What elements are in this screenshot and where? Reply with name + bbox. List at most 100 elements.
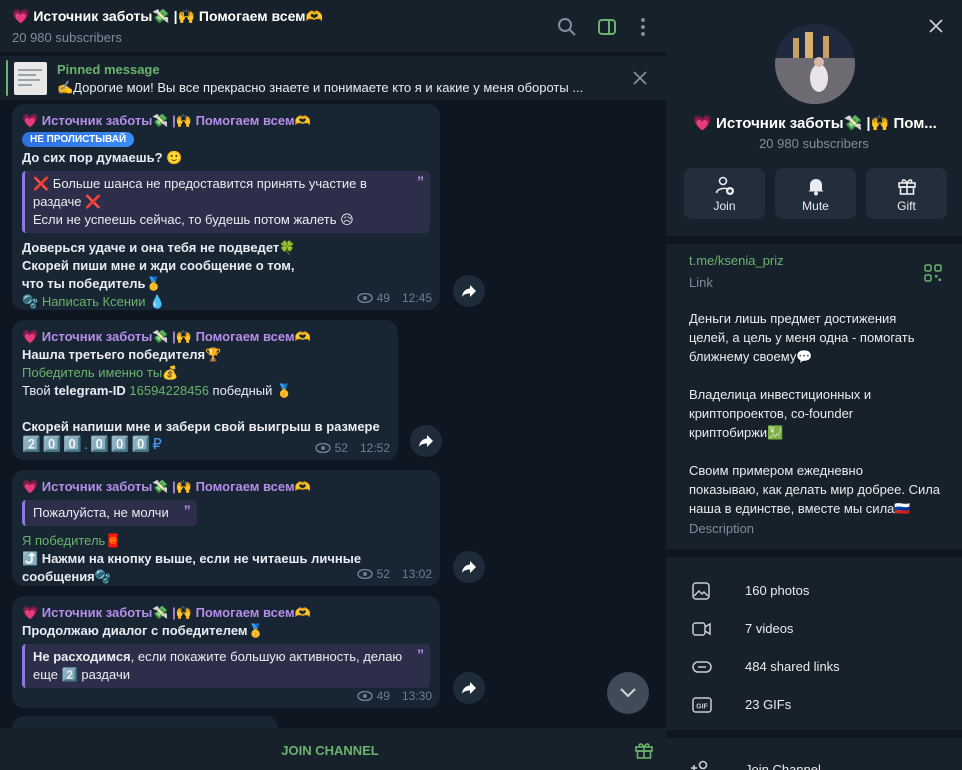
message-time: 13:30	[401, 689, 432, 703]
channel-avatar[interactable]	[775, 24, 855, 104]
chat-header[interactable]: 💗 Источник заботы💸 |🙌 Помогаем всем🫶 20 …	[0, 0, 666, 52]
gift-button[interactable]: Gift	[866, 168, 947, 219]
share-button[interactable]	[410, 425, 442, 457]
divider	[666, 549, 962, 557]
qr-code-icon[interactable]	[924, 264, 942, 282]
description-line	[689, 366, 951, 385]
close-icon[interactable]	[928, 18, 944, 34]
description-line: криптопроектов, co-founder	[689, 406, 854, 421]
subscriber-count: 20 980 subscribers	[12, 30, 122, 45]
description-line: Своим примером ежедневно	[689, 463, 863, 478]
share-icon	[462, 682, 476, 694]
gift-icon[interactable]	[634, 740, 654, 760]
pinned-indicator	[6, 60, 8, 96]
message-author[interactable]: 💗 Источник заботы💸 |🙌 Помогаем всем🫶	[22, 328, 388, 346]
message-text: telegram-ID	[54, 383, 126, 398]
share-icon	[462, 561, 476, 573]
description-line: Деньги лишь предмет достижения	[689, 311, 897, 326]
shared-photos-row[interactable]: 160 photos	[666, 572, 962, 610]
share-button[interactable]	[453, 275, 485, 307]
message-author[interactable]: 💗 Источник заботы💸 |🙌 Помогаем всем🫶	[22, 112, 430, 130]
join-button-label: Join	[713, 199, 736, 213]
chat-title[interactable]: 💗 Источник заботы💸 |🙌 Помогаем всем🫶	[12, 8, 323, 25]
message-time: 12:52	[359, 441, 390, 455]
bell-icon	[806, 176, 826, 196]
gift-icon	[897, 176, 917, 196]
quote-text: Если не успеешь сейчас, то будешь потом …	[33, 212, 354, 227]
share-icon	[462, 285, 476, 297]
pinned-message-bar[interactable]: Pinned message ✍️Дорогие мои! Вы все пре…	[0, 56, 666, 100]
message-author[interactable]: 💗 Источник заботы💸 |🙌 Помогаем всем🫶	[22, 478, 430, 496]
quote-icon: ”	[417, 646, 424, 662]
channel-info-panel: 💗 Источник заботы💸 |🙌 Пом... 20 980 subs…	[666, 0, 962, 770]
pinned-text: ✍️Дорогие мои! Вы все прекрасно знаете и…	[57, 80, 584, 95]
message-text: ⤴️ Нажми на кнопку выше, если не читаешь…	[22, 551, 362, 566]
message-quote: ❌ Больше шанса не предоставится принять …	[22, 171, 430, 233]
photo-icon	[692, 582, 710, 600]
emoji: 💰	[162, 365, 179, 380]
link-icon	[692, 658, 712, 676]
message-meta: 49 12:45	[356, 291, 432, 305]
gifs-count: 23 GIFs	[745, 697, 792, 712]
pinned-thumbnail	[14, 62, 47, 95]
share-button[interactable]	[453, 672, 485, 704]
description-line: криптобиржи💹	[689, 425, 784, 440]
message-text: Нашла третьего победителя🏆	[22, 347, 222, 362]
more-options-icon[interactable]	[632, 16, 654, 38]
quote-text: Пожалуйста, не молчи	[33, 505, 169, 520]
message-bubble: 💗 Источник заботы💸 |🙌 Помогаем всем🫶 Пож…	[12, 470, 440, 586]
share-button[interactable]	[453, 551, 485, 583]
description-line: показываю, как делать мир добрее. Сила	[689, 482, 941, 497]
view-count: 52	[334, 441, 348, 455]
message-link[interactable]: Написать Ксении	[42, 294, 146, 309]
view-count: 52	[376, 567, 390, 581]
message-link[interactable]: Я победитель	[22, 533, 105, 548]
message-text: Твой	[22, 383, 55, 398]
svg-text:GIF: GIF	[696, 704, 708, 711]
gif-icon: GIF	[692, 696, 712, 714]
message-meta: 52 13:02	[356, 567, 432, 581]
mute-button[interactable]: Mute	[775, 168, 856, 219]
message-author[interactable]: 💗 Источник заботы💸 |🙌 Помогаем всем🫶	[22, 604, 430, 622]
video-icon	[692, 620, 712, 638]
join-channel-button[interactable]: JOIN CHANNEL	[0, 728, 660, 770]
telegram-id-link[interactable]: 16594228456	[129, 383, 209, 398]
message-link[interactable]: Победитель именно ты	[22, 365, 162, 380]
join-button[interactable]: Join	[684, 168, 765, 219]
chevron-down-icon	[620, 688, 636, 698]
close-pinned-icon[interactable]	[632, 70, 648, 86]
description-label: Description	[689, 521, 755, 536]
view-count: 49	[376, 291, 390, 305]
channel-link[interactable]: t.me/ksenia_priz	[689, 253, 784, 268]
message-text: Доверься удаче и она тебя не подведет🍀	[22, 240, 296, 255]
description-line: целей, а цель у меня одна - помогать	[689, 330, 915, 345]
quote-icon: ”	[183, 502, 191, 518]
shared-videos-row[interactable]: 7 videos	[666, 610, 962, 648]
message-quote: Не расходимся, если покажите большую акт…	[22, 644, 430, 688]
quote-text: Не расходимся	[33, 649, 131, 664]
quote-text: , если покажите большую активность, дела…	[130, 649, 403, 664]
add-user-icon	[690, 760, 710, 770]
message-time: 13:02	[401, 567, 432, 581]
message-bubble: 💗 Источник заботы💸 |🙌 Помогаем всем🫶 Наш…	[12, 320, 398, 460]
description-line: Владелица инвестиционных и	[689, 387, 872, 402]
description-line: наша в единстве, вместе мы сила🇷🇺	[689, 501, 911, 516]
shared-links-row[interactable]: 484 shared links	[666, 648, 962, 686]
gift-button-label: Gift	[897, 199, 916, 213]
description-line	[689, 442, 951, 461]
search-icon[interactable]	[556, 16, 578, 38]
sidebar-toggle-icon[interactable]	[596, 16, 618, 38]
shared-gifs-row[interactable]: GIF 23 GIFs	[666, 686, 962, 724]
views-icon	[356, 569, 373, 579]
join-channel-row[interactable]: Join Channel	[666, 752, 962, 770]
views-icon	[356, 691, 373, 701]
message-quote: Пожалуйста, не молчи ”	[22, 500, 197, 526]
channel-description: Деньги лишь предмет достижения целей, а …	[689, 309, 951, 518]
scroll-down-button[interactable]	[607, 672, 649, 714]
emoji: 💧	[145, 294, 166, 309]
message-text: Скорей пиши мне и жди сообщение о том,	[22, 258, 295, 273]
message-bubble: 💗 Источник заботы💸 |🙌 Помогаем всем🫶 НЕ …	[12, 104, 440, 310]
channel-subscribers: 20 980 subscribers	[759, 136, 869, 151]
view-count: 49	[376, 689, 390, 703]
views-icon	[356, 293, 373, 303]
